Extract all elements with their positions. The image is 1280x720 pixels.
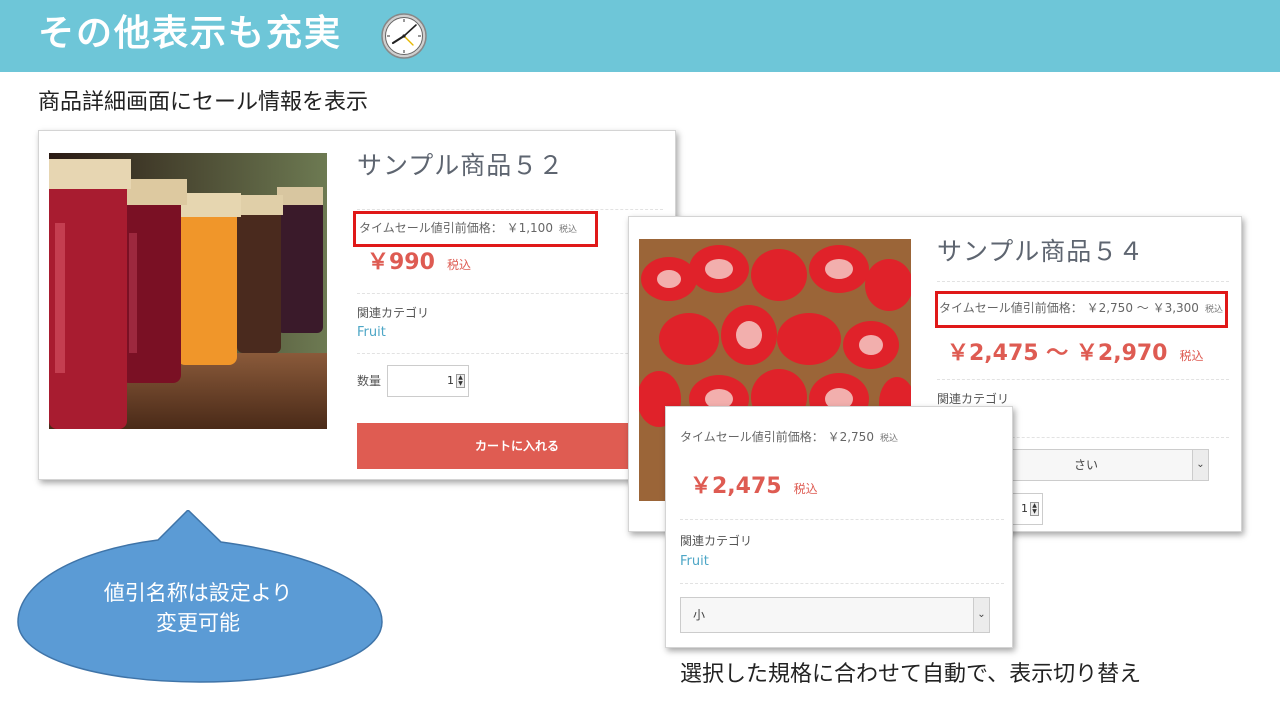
- sale-price: ￥2,475 ～ ￥2,970 税込: [947, 341, 1204, 366]
- divider: [357, 209, 663, 210]
- product-name: サンプル商品５２: [357, 151, 565, 180]
- callout-line: 値引名称は設定より: [103, 581, 293, 605]
- quantity-stepper[interactable]: 1 ▲ ▼: [387, 365, 469, 397]
- category-label: 関連カテゴリ: [680, 534, 753, 548]
- chevron-down-icon: ⌄: [1192, 450, 1208, 480]
- pre-sale-price: タイムセール値引前価格： ￥2,750 税込: [680, 430, 898, 444]
- spinner-icon[interactable]: ▲ ▼: [456, 374, 465, 388]
- divider: [937, 281, 1229, 282]
- divider: [357, 293, 663, 294]
- slide-title: その他表示も充実: [38, 13, 343, 54]
- slide-subtitle: 商品詳細画面にセール情報を表示: [38, 90, 369, 115]
- category-label: 関連カテゴリ: [357, 306, 430, 320]
- product-name: サンプル商品５４: [937, 237, 1145, 266]
- callout-line: 変更可能: [156, 611, 240, 635]
- divider: [680, 583, 1004, 584]
- product-detail-card-52: サンプル商品５２ タイムセール値引前価格： ￥1,100 税込 ￥990 税込 関連…: [38, 130, 677, 480]
- size-select[interactable]: 小 ⌄: [680, 597, 990, 633]
- sale-price: ￥2,475 税込: [690, 474, 818, 499]
- sale-price: ￥990 税込: [367, 250, 471, 275]
- pre-sale-price: タイムセール値引前価格： ￥1,100 税込: [359, 221, 577, 235]
- clock-icon: [381, 13, 427, 59]
- pre-sale-price: タイムセール値引前価格： ￥2,750 ～ ￥3,300 税込: [939, 301, 1223, 315]
- category-link-fruit[interactable]: Fruit: [680, 554, 709, 570]
- category-link-fruit[interactable]: Fruit: [357, 325, 386, 341]
- divider: [937, 379, 1229, 380]
- callout-text: 値引名称は設定より 変更可能: [40, 578, 356, 638]
- product-detail-card-54-selected: タイムセール値引前価格： ￥2,750 税込 ￥2,475 税込 関連カテゴリ Fr…: [665, 406, 1013, 648]
- spinner-icon[interactable]: ▲ ▼: [1030, 502, 1039, 516]
- slide-header: その他表示も充実: [0, 0, 1280, 72]
- chevron-down-icon: ⌄: [973, 598, 989, 632]
- slide-caption: 選択した規格に合わせて自動で、表示切り替え: [680, 662, 1142, 687]
- quantity-label: 数量: [357, 374, 382, 388]
- category-label: 関連カテゴリ: [937, 392, 1010, 406]
- divider: [680, 519, 1004, 520]
- divider: [357, 353, 663, 354]
- jam-jars-image: [49, 153, 327, 429]
